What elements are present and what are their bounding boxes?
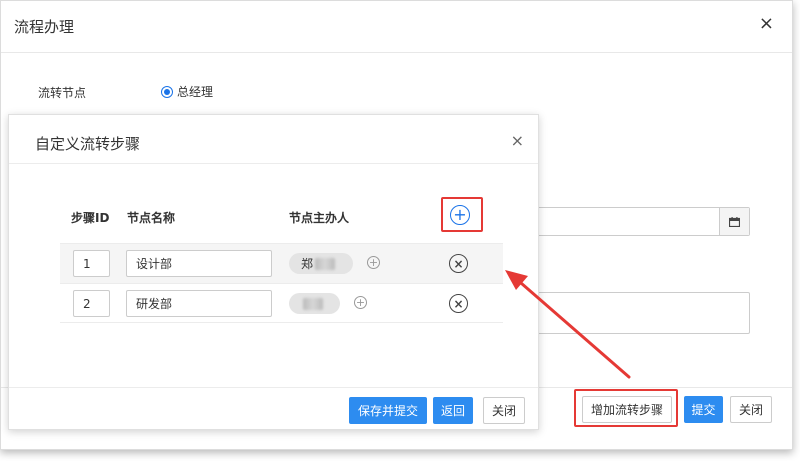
add-owner-icon[interactable]: + <box>354 296 367 309</box>
node-name-input[interactable]: 研发部 <box>126 290 272 317</box>
dialog-title: 流程办理 <box>14 18 75 36</box>
node-radio-general-manager[interactable]: 总经理 <box>161 83 213 100</box>
owner-tag[interactable]: 郑 <box>289 253 353 274</box>
add-owner-icon[interactable]: + <box>367 256 380 269</box>
dialog-header: 流程办理 × <box>1 1 792 53</box>
remove-row-icon[interactable]: × <box>449 254 468 273</box>
calendar-icon[interactable] <box>719 208 749 235</box>
add-flow-step-button[interactable]: 增加流转步骤 <box>582 396 672 423</box>
node-name-input[interactable]: 设计部 <box>126 250 272 277</box>
step-id-input[interactable]: 1 <box>73 250 110 277</box>
column-header-node-owner: 节点主办人 <box>289 211 350 225</box>
remove-row-icon[interactable]: × <box>449 294 468 313</box>
flow-node-label: 流转节点 <box>38 86 87 100</box>
date-field[interactable] <box>521 207 750 236</box>
inner-footer-divider <box>9 387 538 388</box>
inner-header-divider <box>9 163 538 164</box>
close-icon[interactable]: × <box>759 15 774 33</box>
step-id-input[interactable]: 2 <box>73 290 110 317</box>
column-header-node-name: 节点名称 <box>127 211 176 225</box>
custom-flow-steps-dialog: 自定义流转步骤 × 步骤ID 节点名称 节点主办人 + 1 设计部 郑 + × … <box>8 114 539 430</box>
radio-selected-icon[interactable] <box>161 85 173 98</box>
close-button[interactable]: 关闭 <box>730 396 772 423</box>
inner-close-icon[interactable]: × <box>511 131 524 150</box>
add-row-icon[interactable]: + <box>450 205 470 225</box>
owner-tag[interactable] <box>289 293 340 314</box>
owner-name: 郑 <box>301 257 314 271</box>
submit-button[interactable]: 提交 <box>684 396 723 423</box>
comment-textarea[interactable] <box>521 292 750 334</box>
save-and-submit-button[interactable]: 保存并提交 <box>349 397 427 424</box>
inner-close-button[interactable]: 关闭 <box>483 397 525 424</box>
table-row: 2 研发部 + × <box>60 283 503 323</box>
inner-dialog-title: 自定义流转步骤 <box>35 135 141 153</box>
back-button[interactable]: 返回 <box>433 397 473 424</box>
column-header-step-id: 步骤ID <box>71 211 110 225</box>
table-row: 1 设计部 郑 + × <box>60 243 503 283</box>
radio-label: 总经理 <box>177 85 214 99</box>
redacted-name <box>315 257 336 270</box>
redacted-name <box>303 297 323 310</box>
